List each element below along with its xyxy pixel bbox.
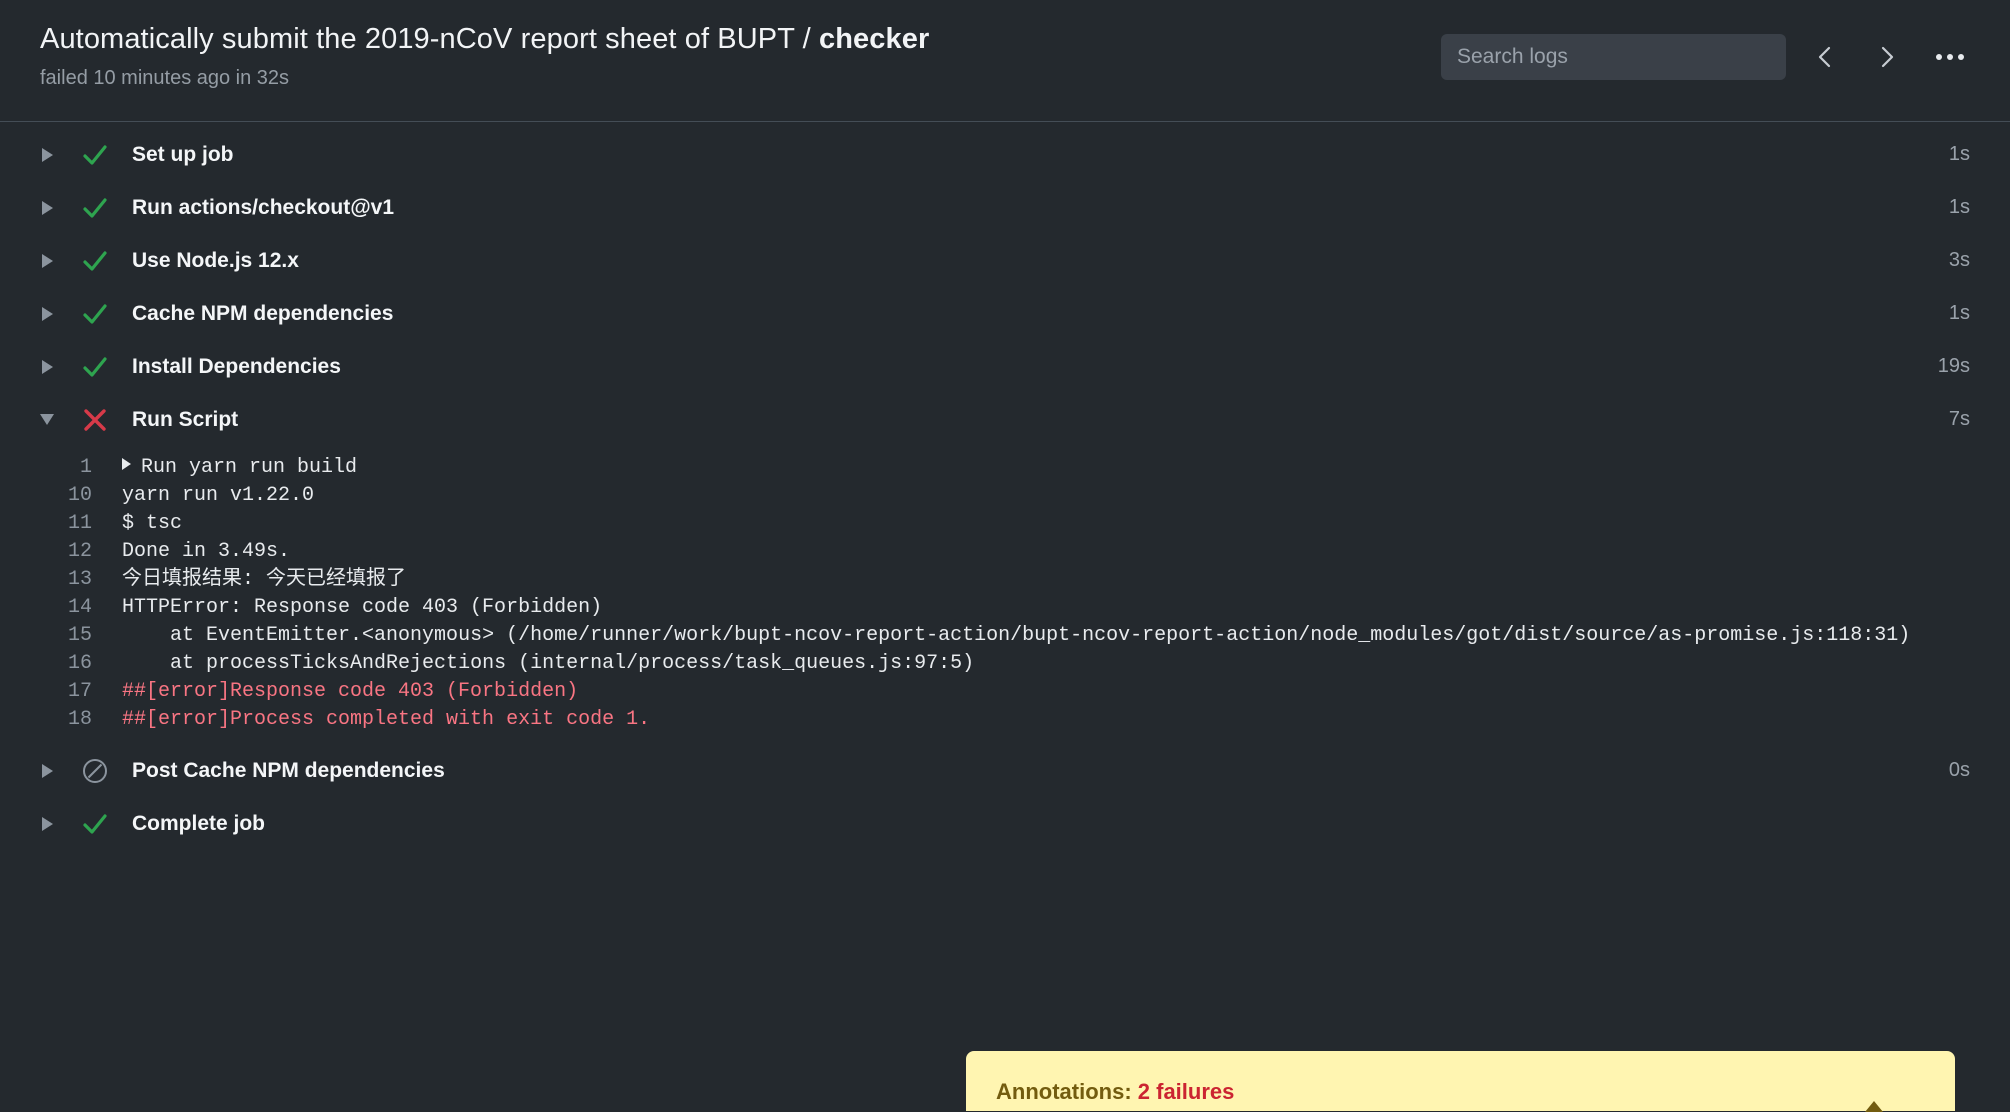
log-line[interactable]: 10 yarn run v1.22.0 xyxy=(0,482,2010,510)
step-label: Run actions/checkout@v1 xyxy=(132,195,395,219)
step-row[interactable]: Set up job 1s xyxy=(0,128,2010,181)
step-duration: 0s xyxy=(1948,759,1970,781)
step-row[interactable]: Use Node.js 12.x 3s xyxy=(0,234,2010,287)
log-line[interactable]: 16 at processTicksAndRejections (interna… xyxy=(0,650,2010,678)
chevron-right-icon[interactable] xyxy=(36,356,58,378)
group-expand-icon[interactable] xyxy=(122,458,131,470)
log-line-text: yarn run v1.22.0 xyxy=(122,484,315,507)
step-duration: 1s xyxy=(1948,196,1970,218)
chevron-left-icon[interactable] xyxy=(1802,34,1848,80)
steps-list: Set up job 1s Run actions/checkout@v1 1s… xyxy=(0,122,2010,850)
step-duration: 3s xyxy=(1948,249,1970,271)
log-line-number: 18 xyxy=(67,708,92,731)
annotations-label: Annotations: xyxy=(996,1079,1138,1104)
step-duration: 19s xyxy=(1937,355,1970,377)
header-actions xyxy=(1441,34,1974,80)
log-line-number: 10 xyxy=(67,484,92,507)
step-row[interactable]: Install Dependencies 19s xyxy=(0,340,2010,393)
kebab-menu-icon[interactable] xyxy=(1926,34,1974,80)
log-line-number: 15 xyxy=(67,624,92,647)
log-line-text: at EventEmitter.<anonymous> (/home/runne… xyxy=(122,624,1911,647)
log-line[interactable]: 17 ##[error]Response code 403 (Forbidden… xyxy=(0,678,2010,706)
chevron-down-icon[interactable] xyxy=(36,409,58,431)
log-line-text: Done in 3.49s. xyxy=(122,540,291,563)
log-line-text: ##[error]Response code 403 (Forbidden) xyxy=(122,680,579,703)
step-duration: 1s xyxy=(1948,143,1970,165)
success-check-icon xyxy=(80,299,110,329)
chevron-right-icon[interactable] xyxy=(36,197,58,219)
chevron-right-icon[interactable] xyxy=(36,303,58,325)
log-line-number: 1 xyxy=(79,456,92,479)
chevron-right-icon[interactable] xyxy=(36,813,58,835)
step-label: Complete job xyxy=(132,811,266,835)
annotations-banner[interactable]: Annotations: 2 failures xyxy=(966,1051,1955,1112)
log-line-text: $ tsc xyxy=(122,512,183,535)
chevron-right-icon[interactable] xyxy=(36,760,58,782)
step-row[interactable]: Complete job xyxy=(0,797,2010,850)
step-label: Set up job xyxy=(132,142,234,166)
log-line-number: 12 xyxy=(67,540,92,563)
log-line-number: 11 xyxy=(67,512,92,535)
log-line-number: 14 xyxy=(67,596,92,619)
failure-x-icon xyxy=(80,405,110,435)
chevron-right-icon[interactable] xyxy=(36,144,58,166)
step-row[interactable]: Post Cache NPM dependencies 0s xyxy=(0,744,2010,797)
annotations-count: 2 failures xyxy=(1137,1079,1235,1104)
log-line[interactable]: 14 HTTPError: Response code 403 (Forbidd… xyxy=(0,594,2010,622)
step-row[interactable]: Run actions/checkout@v1 1s xyxy=(0,181,2010,234)
step-duration: 1s xyxy=(1948,302,1970,324)
success-check-icon xyxy=(80,193,110,223)
step-duration: 7s xyxy=(1948,408,1970,430)
step-row-run-script[interactable]: Run Script 7s xyxy=(0,393,2010,446)
log-line-number: 16 xyxy=(67,652,92,675)
log-line-text: 今日填报结果: 今天已经填报了 xyxy=(122,568,407,591)
log-line[interactable]: 11 $ tsc xyxy=(0,510,2010,538)
step-label: Run Script xyxy=(132,407,239,431)
log-line-number: 13 xyxy=(67,568,92,591)
log-line[interactable]: 1 Run yarn run build xyxy=(0,454,2010,482)
step-label: Use Node.js 12.x xyxy=(132,248,299,272)
log-line[interactable]: 15 at EventEmitter.<anonymous> (/home/ru… xyxy=(0,622,2010,650)
success-check-icon xyxy=(80,352,110,382)
log-line-text: HTTPError: Response code 403 (Forbidden) xyxy=(122,596,603,619)
job-name: checker xyxy=(819,23,930,55)
log-line-number: 17 xyxy=(67,680,92,703)
step-label: Install Dependencies xyxy=(132,354,341,378)
log-line[interactable]: 13 今日填报结果: 今天已经填报了 xyxy=(0,566,2010,594)
chevron-right-icon[interactable] xyxy=(1864,34,1910,80)
log-line[interactable]: 18 ##[error]Process completed with exit … xyxy=(0,706,2010,734)
workflow-name: Automatically submit the 2019-nCoV repor… xyxy=(40,23,795,55)
step-label: Cache NPM dependencies xyxy=(132,301,394,325)
chevron-right-icon[interactable] xyxy=(36,250,58,272)
log-line-text: ##[error]Process completed with exit cod… xyxy=(122,708,651,731)
search-input[interactable] xyxy=(1441,34,1786,80)
success-check-icon xyxy=(80,246,110,276)
skipped-circle-slash-icon xyxy=(80,756,110,786)
success-check-icon xyxy=(80,140,110,170)
log-line[interactable]: 12 Done in 3.49s. xyxy=(0,538,2010,566)
step-label: Post Cache NPM dependencies xyxy=(132,758,445,782)
title-separator: / xyxy=(794,23,819,55)
log-line-text: Run yarn run build xyxy=(141,456,358,479)
log-header: Automatically submit the 2019-nCoV repor… xyxy=(0,0,2010,122)
log-output: 1 Run yarn run build 10 yarn run v1.22.0… xyxy=(0,446,2010,744)
log-line-text: at processTicksAndRejections (internal/p… xyxy=(122,652,975,675)
success-check-icon xyxy=(80,809,110,839)
step-row[interactable]: Cache NPM dependencies 1s xyxy=(0,287,2010,340)
